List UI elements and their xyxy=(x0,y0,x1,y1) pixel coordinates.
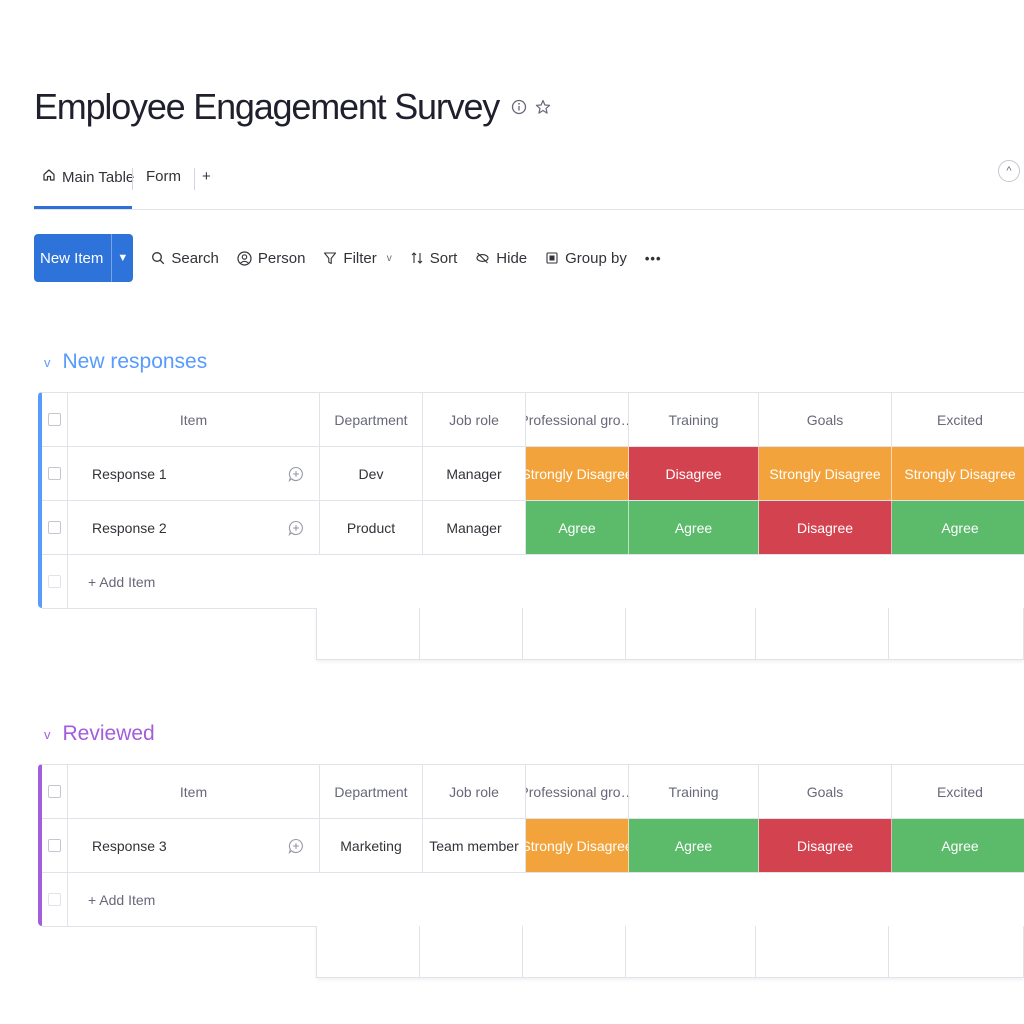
column-header-goals[interactable]: Goals xyxy=(759,393,892,446)
chevron-up-icon: ^ xyxy=(1006,165,1012,177)
info-icon[interactable] xyxy=(511,99,527,115)
add-view-button[interactable]: + xyxy=(202,168,211,185)
hide-button[interactable]: Hide xyxy=(475,250,527,267)
group-by-button[interactable]: Group by xyxy=(545,250,627,267)
column-header-job-role[interactable]: Job role xyxy=(423,393,526,446)
select-all-checkbox[interactable] xyxy=(42,393,68,446)
tab-label: Form xyxy=(146,168,181,185)
job-role-cell[interactable]: Manager xyxy=(423,447,526,500)
add-update-icon[interactable] xyxy=(272,501,320,554)
column-header-professional-growth[interactable]: Professional gro… xyxy=(526,393,629,446)
table-row[interactable]: Response 3 Marketing Team member Strongl… xyxy=(42,819,1024,873)
group-header-reviewed[interactable]: v Reviewed xyxy=(44,722,155,746)
chevron-down-icon: v xyxy=(386,252,392,264)
view-tabs: Main Table Form + ^ xyxy=(34,160,1024,210)
filter-button[interactable]: Filter v xyxy=(323,250,392,267)
new-item-button[interactable]: New Item ▼ xyxy=(34,234,134,282)
column-header-item[interactable]: Item xyxy=(68,393,320,446)
item-name[interactable]: Response 3 xyxy=(68,819,272,872)
new-item-label[interactable]: New Item xyxy=(34,234,111,282)
select-all-checkbox[interactable] xyxy=(42,765,68,818)
row-checkbox[interactable] xyxy=(42,447,68,500)
row-checkbox[interactable] xyxy=(42,819,68,872)
collapse-header-button[interactable]: ^ xyxy=(998,160,1020,182)
group-table-new-responses: Item Department Job role Professional gr… xyxy=(38,392,1024,609)
group-title[interactable]: Reviewed xyxy=(63,722,155,746)
item-name[interactable]: Response 2 xyxy=(68,501,272,554)
status-cell[interactable]: Agree xyxy=(892,819,1024,872)
job-role-cell[interactable]: Manager xyxy=(423,501,526,554)
chevron-down-icon[interactable]: v xyxy=(44,355,51,370)
status-cell[interactable]: Agree xyxy=(526,501,629,554)
status-cell[interactable]: Disagree xyxy=(629,447,759,500)
add-item-row[interactable]: + Add Item xyxy=(42,555,1024,609)
board-header: Employee Engagement Survey xyxy=(34,86,551,128)
add-item-button[interactable]: + Add Item xyxy=(68,873,468,926)
chevron-down-icon[interactable]: v xyxy=(44,727,51,742)
status-cell[interactable]: Strongly Disagree xyxy=(892,447,1024,500)
add-item-row[interactable]: + Add Item xyxy=(42,873,1024,927)
status-cell[interactable]: Disagree xyxy=(759,501,892,554)
department-cell[interactable]: Dev xyxy=(320,447,423,500)
column-header-department[interactable]: Department xyxy=(320,393,423,446)
tab-label: Main Table xyxy=(62,168,135,186)
column-header-excited[interactable]: Excited xyxy=(892,765,1024,818)
status-cell[interactable]: Strongly Disagree xyxy=(759,447,892,500)
filter-icon xyxy=(324,252,337,265)
status-cell[interactable]: Strongly Disagree xyxy=(526,819,629,872)
add-item-button[interactable]: + Add Item xyxy=(68,555,468,608)
add-update-icon[interactable] xyxy=(272,447,320,500)
star-icon[interactable] xyxy=(535,99,551,115)
add-update-icon[interactable] xyxy=(272,819,320,872)
group-title[interactable]: New responses xyxy=(63,350,208,374)
group-summary-row xyxy=(316,926,1024,978)
hide-icon xyxy=(476,252,489,264)
table-row[interactable]: Response 2 Product Manager Agree Agree D… xyxy=(42,501,1024,555)
row-checkbox xyxy=(42,555,68,608)
board-toolbar: New Item ▼ Search Person Filter v Sort H… xyxy=(34,234,662,282)
column-header-job-role[interactable]: Job role xyxy=(423,765,526,818)
tab-main-table[interactable]: Main Table xyxy=(42,168,134,186)
sort-button[interactable]: Sort xyxy=(410,250,457,267)
row-checkbox xyxy=(42,873,68,926)
department-cell[interactable]: Product xyxy=(320,501,423,554)
item-name[interactable]: Response 1 xyxy=(68,447,272,500)
group-header-new-responses[interactable]: v New responses xyxy=(44,350,207,374)
status-cell[interactable]: Agree xyxy=(629,501,759,554)
department-cell[interactable]: Marketing xyxy=(320,819,423,872)
column-header-excited[interactable]: Excited xyxy=(892,393,1024,446)
column-header-goals[interactable]: Goals xyxy=(759,765,892,818)
chevron-down-icon[interactable]: ▼ xyxy=(111,234,133,282)
status-cell[interactable]: Agree xyxy=(629,819,759,872)
active-tab-indicator xyxy=(34,206,132,209)
group-summary-row xyxy=(316,608,1024,660)
column-header-training[interactable]: Training xyxy=(629,765,759,818)
table-header-row: Item Department Job role Professional gr… xyxy=(42,393,1024,447)
search-icon xyxy=(152,252,165,265)
tab-divider xyxy=(132,168,133,190)
more-options-button[interactable]: ••• xyxy=(645,251,662,266)
status-cell[interactable]: Agree xyxy=(892,501,1024,554)
column-header-item[interactable]: Item xyxy=(68,765,320,818)
group-table-reviewed: Item Department Job role Professional gr… xyxy=(38,764,1024,927)
status-cell[interactable]: Disagree xyxy=(759,819,892,872)
table-header-row: Item Department Job role Professional gr… xyxy=(42,765,1024,819)
table-row[interactable]: Response 1 Dev Manager Strongly Disagree… xyxy=(42,447,1024,501)
ellipsis-icon: ••• xyxy=(644,250,662,266)
tab-form[interactable]: Form xyxy=(146,168,181,185)
home-icon xyxy=(42,168,56,186)
column-header-professional-growth[interactable]: Professional gro… xyxy=(526,765,629,818)
row-checkbox[interactable] xyxy=(42,501,68,554)
tab-divider xyxy=(194,168,195,190)
sort-icon xyxy=(411,252,423,264)
search-button[interactable]: Search xyxy=(151,250,219,267)
column-header-department[interactable]: Department xyxy=(320,765,423,818)
status-cell[interactable]: Strongly Disagree xyxy=(526,447,629,500)
group-by-icon xyxy=(546,252,558,264)
person-icon xyxy=(237,250,252,266)
column-header-training[interactable]: Training xyxy=(629,393,759,446)
job-role-cell[interactable]: Team member xyxy=(423,819,526,872)
board-title[interactable]: Employee Engagement Survey xyxy=(34,86,500,128)
person-filter-button[interactable]: Person xyxy=(237,250,305,267)
